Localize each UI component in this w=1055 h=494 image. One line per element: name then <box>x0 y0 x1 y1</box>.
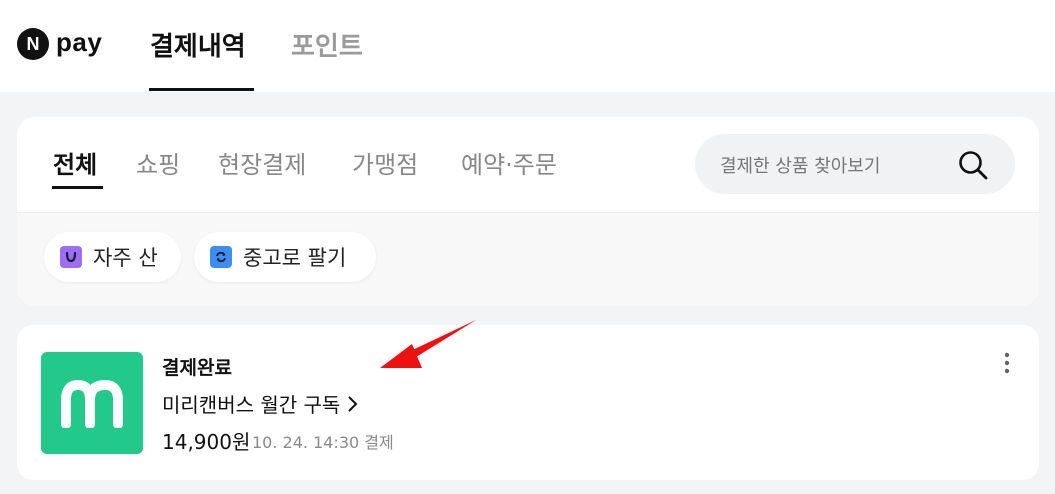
category-tab-all[interactable]: 전체 <box>53 145 97 180</box>
payment-item-card[interactable]: 결제완료 미리캔버스 월간 구독 14,900원 10. 24. 14:30 결… <box>17 325 1039 480</box>
sell-used-chip[interactable]: 중고로 팔기 <box>194 232 376 282</box>
tab-points[interactable]: 포인트 <box>291 26 363 63</box>
active-category-indicator <box>52 186 103 189</box>
search-placeholder: 결제한 상품 찾아보기 <box>720 156 881 177</box>
filter-card: 전체 쇼핑 현장결제 가맹점 예약·주문 결제한 상품 찾아보기 자주 산 중고… <box>17 117 1039 306</box>
category-tab-reservation-order[interactable]: 예약·주문 <box>461 145 557 180</box>
active-tab-indicator <box>149 88 254 91</box>
payment-amount: 14,900원 <box>162 430 251 454</box>
merchant-m-logo-icon <box>61 380 123 428</box>
frequently-bought-chip[interactable]: 자주 산 <box>44 232 181 282</box>
product-name: 미리캔버스 월간 구독 <box>162 393 341 417</box>
recycle-icon <box>210 246 232 268</box>
product-link[interactable]: 미리캔버스 월간 구독 <box>162 389 358 418</box>
search-input[interactable]: 결제한 상품 찾아보기 <box>695 134 1015 194</box>
category-tab-onsite-payment[interactable]: 현장결제 <box>218 145 306 180</box>
tab-payment-history[interactable]: 결제내역 <box>150 26 246 63</box>
category-tab-shopping[interactable]: 쇼핑 <box>136 145 180 180</box>
payment-status: 결제완료 <box>162 357 232 379</box>
search-icon[interactable] <box>957 149 989 181</box>
more-options-icon[interactable] <box>1001 351 1013 375</box>
chevron-right-icon <box>348 395 358 412</box>
category-tab-merchant[interactable]: 가맹점 <box>352 145 418 180</box>
top-header: N pay 결제내역 포인트 <box>0 0 1055 92</box>
shopping-bag-icon <box>60 246 82 268</box>
npay-logo-text: pay <box>56 26 103 57</box>
frequently-bought-label: 자주 산 <box>93 246 158 270</box>
npay-logo-badge: N <box>17 28 49 60</box>
sell-used-label: 중고로 팔기 <box>243 246 347 270</box>
merchant-logo <box>41 352 143 454</box>
payment-date: 10. 24. 14:30 결제 <box>252 433 394 452</box>
npay-logo[interactable]: N pay <box>17 26 103 60</box>
